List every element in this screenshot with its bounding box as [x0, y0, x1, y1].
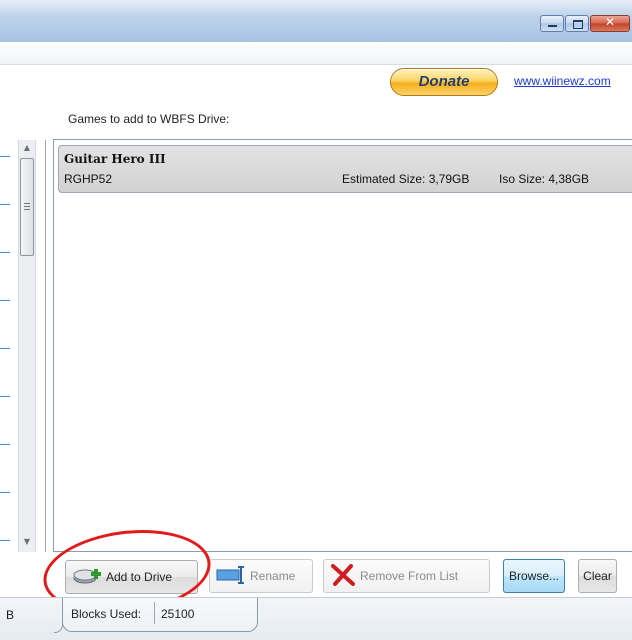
website-link[interactable]: www.wiinewz.com — [514, 74, 611, 88]
scroll-down-arrow-icon[interactable]: ▼ — [19, 534, 35, 550]
add-to-drive-label: Add to Drive — [106, 570, 173, 584]
remove-from-list-label: Remove From List — [360, 569, 459, 583]
rename-label: Rename — [250, 569, 296, 583]
drive-games-list[interactable]: ▲ ▼ — [0, 140, 46, 552]
list-row-divider — [0, 156, 10, 157]
status-left-fragment: B — [6, 608, 15, 622]
list-item[interactable]: Guitar Hero III RGHP52 Estimated Size: 3… — [58, 145, 632, 193]
status-divider — [154, 602, 155, 624]
game-id: RGHP52 — [64, 172, 113, 186]
browse-button[interactable]: Browse... — [503, 559, 565, 593]
blocks-used-value: 25100 — [161, 607, 195, 621]
list-row-divider — [0, 204, 10, 205]
list-row-divider — [0, 540, 10, 541]
list-row-divider — [0, 252, 10, 253]
game-title: Guitar Hero III — [64, 152, 166, 166]
minimize-icon — [548, 25, 557, 27]
list-row-divider — [0, 396, 10, 397]
close-icon: ✕ — [604, 15, 616, 29]
add-to-drive-button[interactable]: Add to Drive — [65, 560, 198, 594]
list-row-divider — [0, 300, 10, 301]
minimize-button[interactable] — [540, 15, 564, 32]
rename-icon — [216, 564, 246, 589]
iso-size: Iso Size: 4,38GB — [499, 172, 590, 186]
scroll-up-arrow-icon[interactable]: ▲ — [19, 140, 35, 156]
titlebar-sheen — [0, 0, 632, 16]
window-titlebar: ✕ — [0, 0, 632, 43]
blocks-used-field: Blocks Used: 25100 — [62, 598, 258, 632]
scrollbar-thumb[interactable] — [20, 158, 34, 256]
donate-button[interactable]: Donate — [390, 68, 498, 96]
add-drive-icon — [72, 565, 102, 590]
remove-from-list-button[interactable]: Remove From List — [323, 559, 490, 593]
estimated-size: Estimated Size: 3,79GB — [342, 172, 470, 186]
maximize-button[interactable] — [565, 15, 589, 32]
list-row-divider — [0, 444, 10, 445]
vertical-scrollbar[interactable]: ▲ ▼ — [18, 140, 36, 552]
list-row-divider — [0, 492, 10, 493]
remove-x-icon — [330, 563, 356, 589]
games-list-label: Games to add to WBFS Drive: — [68, 112, 230, 126]
status-bar: B Blocks Used: 25100 — [0, 597, 632, 640]
maximize-icon — [573, 20, 583, 29]
list-row-divider — [0, 348, 10, 349]
rename-button[interactable]: Rename — [209, 559, 313, 593]
blocks-used-label: Blocks Used: — [71, 607, 142, 621]
close-button[interactable]: ✕ — [590, 15, 630, 32]
thumb-grip-icon — [24, 203, 30, 210]
toolbar-strip — [0, 42, 632, 65]
window-controls: ✕ — [539, 15, 630, 32]
clear-button[interactable]: Clear — [578, 559, 617, 593]
games-to-add-list[interactable]: Guitar Hero III RGHP52 Estimated Size: 3… — [53, 139, 632, 552]
